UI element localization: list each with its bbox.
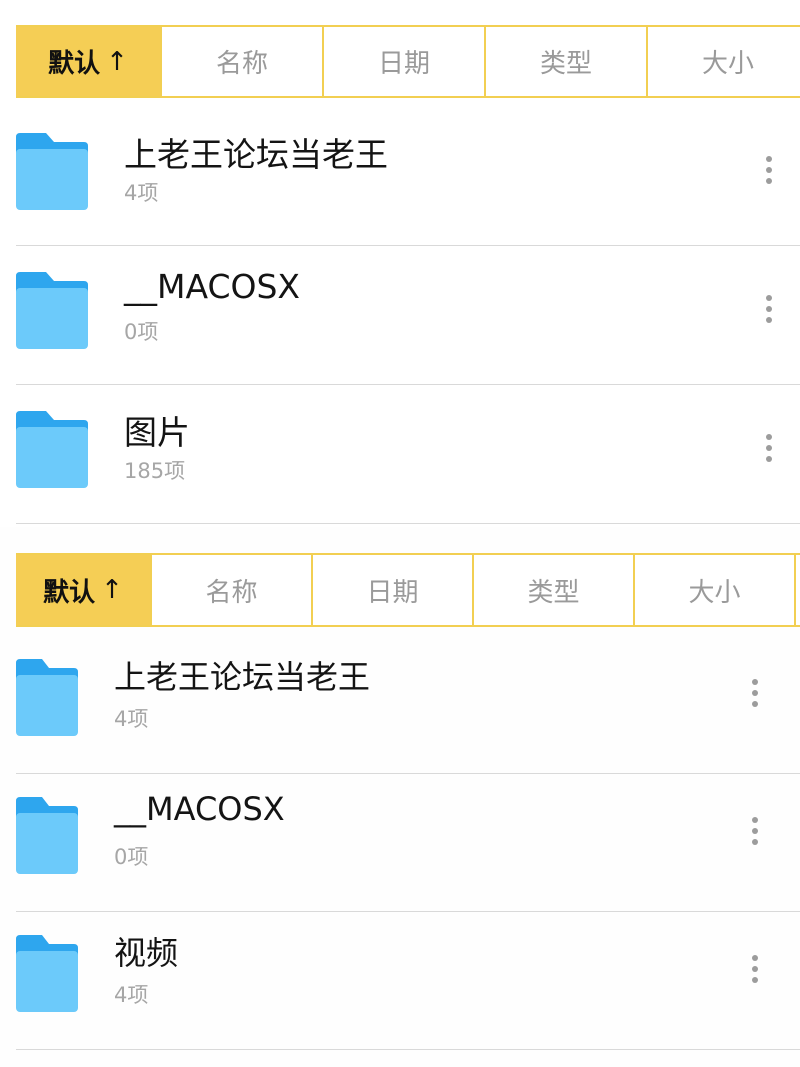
more-options-icon[interactable]	[754, 424, 784, 472]
file-list-panel: 默认 ↑ 名称 日期 类型 大小 上老王论坛当老王 4项 __MACOSX 0项 …	[0, 0, 800, 527]
sort-tab-label: 大小	[688, 577, 741, 608]
folder-icon	[16, 133, 88, 210]
list-item[interactable]: __MACOSX 0项	[0, 246, 800, 385]
sort-tab-default[interactable]: 默认 ↑	[16, 555, 152, 625]
sort-tab-name[interactable]: 名称	[162, 27, 324, 96]
item-count: 4项	[124, 181, 159, 205]
file-name: 上老王论坛当老王	[114, 658, 371, 696]
sort-tab-label: 类型	[527, 577, 580, 608]
file-name: __MACOSX	[114, 790, 285, 828]
item-count: 0项	[114, 845, 149, 869]
file-list-panel: 默认 ↑ 名称 日期 类型 大小 上老王论坛当老王 4项 __MACOSX 0项 …	[0, 527, 800, 1067]
list-item[interactable]: __MACOSX 0项	[0, 775, 800, 913]
item-count: 185项	[124, 459, 186, 483]
item-count: 0项	[124, 320, 159, 344]
list-item[interactable]: 视频 4项	[0, 913, 800, 1051]
folder-icon	[16, 272, 88, 349]
file-name: __MACOSX	[124, 267, 301, 306]
sort-tab-size[interactable]: 大小	[648, 27, 800, 96]
folder-icon	[16, 797, 78, 874]
sort-ascending-arrow-icon: ↑	[101, 575, 123, 605]
file-name: 视频	[114, 934, 179, 972]
more-options-icon[interactable]	[740, 807, 770, 855]
sort-tab-date[interactable]: 日期	[313, 555, 474, 625]
row-divider	[16, 911, 800, 912]
sort-tab-type[interactable]: 类型	[486, 27, 648, 96]
sort-tab-type[interactable]: 类型	[474, 555, 635, 625]
sort-tab-label: 日期	[377, 49, 430, 79]
row-divider	[16, 773, 800, 774]
sort-ascending-arrow-icon: ↑	[106, 46, 128, 77]
folder-icon	[16, 935, 78, 1012]
sort-tab-label: 名称	[205, 577, 258, 608]
sort-tab-date[interactable]: 日期	[324, 27, 486, 96]
item-count: 4项	[114, 983, 149, 1007]
list-item[interactable]: 上老王论坛当老王 4项	[0, 107, 800, 246]
sort-bar: 默认 ↑ 名称 日期 类型 大小	[16, 25, 800, 98]
sort-tab-label: 默认	[48, 49, 101, 79]
sort-tab-label: 名称	[215, 49, 268, 79]
sort-tab-label: 类型	[539, 49, 592, 79]
sort-tab-size[interactable]: 大小	[635, 555, 796, 625]
sort-tab-label: 大小	[701, 49, 754, 79]
sort-tab-label: 默认	[43, 577, 96, 608]
list-item[interactable]: 图片 185项	[0, 385, 800, 524]
folder-icon	[16, 659, 78, 736]
more-options-icon[interactable]	[740, 669, 770, 717]
more-options-icon[interactable]	[740, 945, 770, 993]
sort-tab-default[interactable]: 默认 ↑	[16, 27, 162, 96]
folder-icon	[16, 411, 88, 488]
more-options-icon[interactable]	[754, 285, 784, 333]
list-item[interactable]: 上老王论坛当老王 4项	[0, 637, 800, 775]
sort-bar: 默认 ↑ 名称 日期 类型 大小	[16, 553, 800, 627]
more-options-icon[interactable]	[754, 146, 784, 194]
sort-tab-name[interactable]: 名称	[152, 555, 313, 625]
row-divider	[16, 523, 800, 524]
item-count: 4项	[114, 707, 149, 731]
file-name: 图片	[124, 413, 190, 452]
row-divider	[16, 1049, 800, 1050]
file-name: 上老王论坛当老王	[124, 135, 388, 174]
sort-tab-label: 日期	[366, 577, 419, 608]
